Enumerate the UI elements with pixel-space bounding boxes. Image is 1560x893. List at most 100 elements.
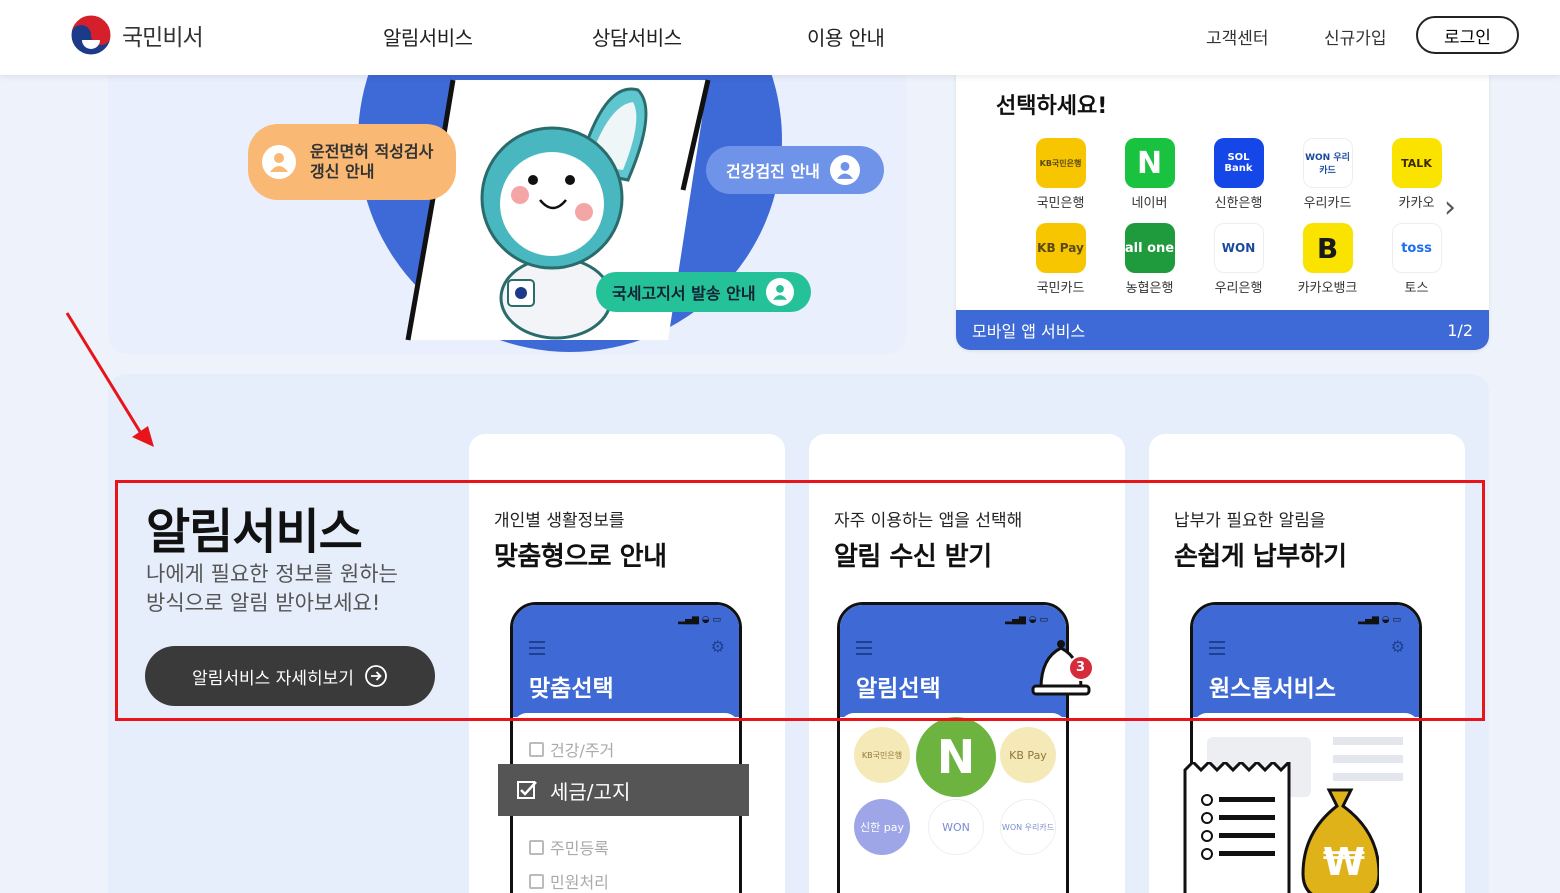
won-currency-symbol: ₩ [1323,840,1365,884]
hamburger-icon [856,641,872,659]
kb-bank-icon: KB국민은행 [854,727,910,783]
status-icons: ▂▄▆ ◒ ▭ [1358,615,1401,625]
person-icon [829,155,860,185]
phone-title: 맞춤선택 [529,676,614,702]
woori-won-icon: WON [1213,223,1264,273]
phone-mockup: ▂▄▆ ◒ ▭ ⚙ 맞춤선택 건강/주거 주민등록 민원처리 [510,602,742,893]
feature-card-big: 알림 수신 받기 [834,542,992,572]
bubble-health-label: 건강검진 안내 [726,162,820,181]
service-subtitle-line2: 방식으로 알림 받아보세요! [146,591,381,615]
woori-card-icon: WON 우리카드 [1302,138,1353,188]
nh-allone-icon: all one [1124,223,1175,273]
bubble-license-line2: 갱신 안내 [310,162,375,181]
bell-icon [1031,640,1094,696]
kakao-bank-icon: B [1302,223,1353,273]
service-detail-label: 알림서비스 자세히보기 [192,668,354,689]
bubble-health-checkup: 건강검진 안내 [706,146,884,194]
app-naver[interactable]: N 네이버 [1105,138,1194,211]
person-icon [765,278,794,306]
check-item: 민원처리 [529,869,609,893]
app-grid: KB국민은행 국민은행 N 네이버 SOL Bank 신한은행 WON 우리카드… [1016,138,1461,296]
app-label: 신한은행 [1214,196,1263,211]
check-item: 건강/주거 [529,737,614,761]
bubble-license-line1: 운전면허 적성검사 [310,142,434,161]
kakao-talk-icon: TALK [1391,138,1442,188]
check-item-selected: 세금/고지 [498,764,749,816]
hamburger-icon [529,641,545,659]
bubble-tax-notice: 국세고지서 발송 안내 [596,272,811,312]
feature-card-small: 개인별 생활정보를 [494,511,625,531]
phone-title: 알림선택 [856,676,941,702]
app-kakao-bank[interactable]: B 카카오뱅크 [1283,223,1372,296]
woori-won-icon: WON [928,799,984,855]
nav-alarm-service[interactable]: 알림서비스 [383,22,473,51]
shinhan-sol-icon: SOL Bank [1213,138,1264,188]
kb-bank-icon: KB국민은행 [1035,138,1086,188]
mobile-app-panel: 선택하세요! KB국민은행 국민은행 N 네이버 SOL Bank 신한은행 W… [956,40,1489,350]
app-panel-footer-label: 모바일 앱 서비스 [972,322,1086,341]
checked-box-icon [517,781,537,799]
bubble-tax-label: 국세고지서 발송 안내 [612,284,756,303]
app-label: 국민카드 [1036,281,1085,296]
top-header: 국민비서 알림서비스 상담서비스 이용 안내 고객센터 신규가입 로그인 [0,0,1560,75]
service-subtitle-line1: 나에게 필요한 정보를 원하는 [146,562,398,586]
nav-consult-service[interactable]: 상담서비스 [592,22,682,51]
phone-title: 원스톱서비스 [1209,676,1336,702]
feature-card-small: 자주 이용하는 앱을 선택해 [834,511,1023,531]
app-panel-footer: 모바일 앱 서비스 1/2 [956,310,1489,350]
feature-card-small: 납부가 필요한 알림을 [1174,511,1326,531]
check-item: 주민등록 [529,835,609,859]
service-title: 알림서비스 [146,504,363,560]
person-icon [262,145,296,179]
next-page-chevron-icon[interactable]: › [1444,190,1456,225]
gear-icon: ⚙ [710,637,725,656]
app-nh-bank[interactable]: all one 농협은행 [1105,223,1194,296]
logo-text: 국민비서 [122,25,204,51]
app-woori-card[interactable]: WON 우리카드 우리카드 [1283,138,1372,211]
hamburger-icon [1209,641,1225,659]
app-shinhan-bank[interactable]: SOL Bank 신한은행 [1194,138,1283,211]
toss-icon: toss [1391,223,1442,273]
red-arrow-icon [65,312,154,447]
feature-card-payment[interactable]: 납부가 필요한 알림을 손쉽게 납부하기 ▂▄▆ ◒ ▭ ⚙ 원스톱서비스 ₩ [1149,434,1465,893]
notification-badge-count: 3 [1076,660,1086,675]
app-label: 우리카드 [1303,196,1352,211]
gear-icon: ⚙ [1390,637,1405,656]
app-kb-card[interactable]: KB Pay 국민카드 [1016,223,1105,296]
feature-card-big: 손쉽게 납부하기 [1174,542,1347,572]
page-indicator: 1/2 [1447,320,1473,340]
kb-pay-icon: KB Pay [1035,223,1086,273]
shinhan-pay-icon: 신한 pay [854,799,910,855]
status-icons: ▂▄▆ ◒ ▭ [1005,615,1048,625]
kb-pay-icon: KB Pay [1000,727,1056,783]
hero-banner: 운전면허 적성검사 갱신 안내 건강검진 안내 국세고지서 발송 안내 [108,40,906,354]
arrow-right-circle-icon [365,665,387,687]
service-detail-button[interactable]: 알림서비스 자세히보기 [145,646,435,706]
app-label: 국민은행 [1036,196,1085,211]
status-icons: ▂▄▆ ◒ ▭ [678,615,721,625]
app-kb-bank[interactable]: KB국민은행 국민은행 [1016,138,1105,211]
signup-link[interactable]: 신규가입 [1324,24,1387,49]
login-button[interactable]: 로그인 [1416,16,1519,54]
taegeuk-logo-icon [70,14,112,56]
app-woori-bank[interactable]: WON 우리은행 [1194,223,1283,296]
app-toss[interactable]: toss 토스 [1372,223,1461,296]
service-subtitle: 나에게 필요한 정보를 원하는 방식으로 알림 받아보세요! [146,560,446,618]
bubble-license-renewal: 운전면허 적성검사 갱신 안내 [248,124,456,200]
naver-icon: N [1124,138,1175,188]
app-label: 네이버 [1131,196,1168,211]
app-label: 카카오뱅크 [1297,281,1358,296]
customer-center-link[interactable]: 고객센터 [1206,24,1269,49]
app-panel-title: 선택하세요! [996,94,1108,119]
feature-card-app-select[interactable]: 자주 이용하는 앱을 선택해 알림 수신 받기 ▂▄▆ ◒ ▭ 알림선택 KB국… [809,434,1125,893]
nav-usage-guide[interactable]: 이용 안내 [807,22,885,51]
feature-card-custom[interactable]: 개인별 생활정보를 맞춤형으로 안내 ▂▄▆ ◒ ▭ ⚙ 맞춤선택 건강/주거 … [469,434,785,893]
app-label: 토스 [1404,281,1429,296]
naver-icon: N [916,717,996,797]
feature-card-big: 맞춤형으로 안내 [494,542,667,572]
app-label: 우리은행 [1214,281,1263,296]
app-label: 카카오 [1398,196,1435,211]
site-logo[interactable]: 국민비서 [70,14,204,56]
woori-card-icon: WON 우리카드 [1000,799,1056,855]
app-label: 농협은행 [1125,281,1174,296]
